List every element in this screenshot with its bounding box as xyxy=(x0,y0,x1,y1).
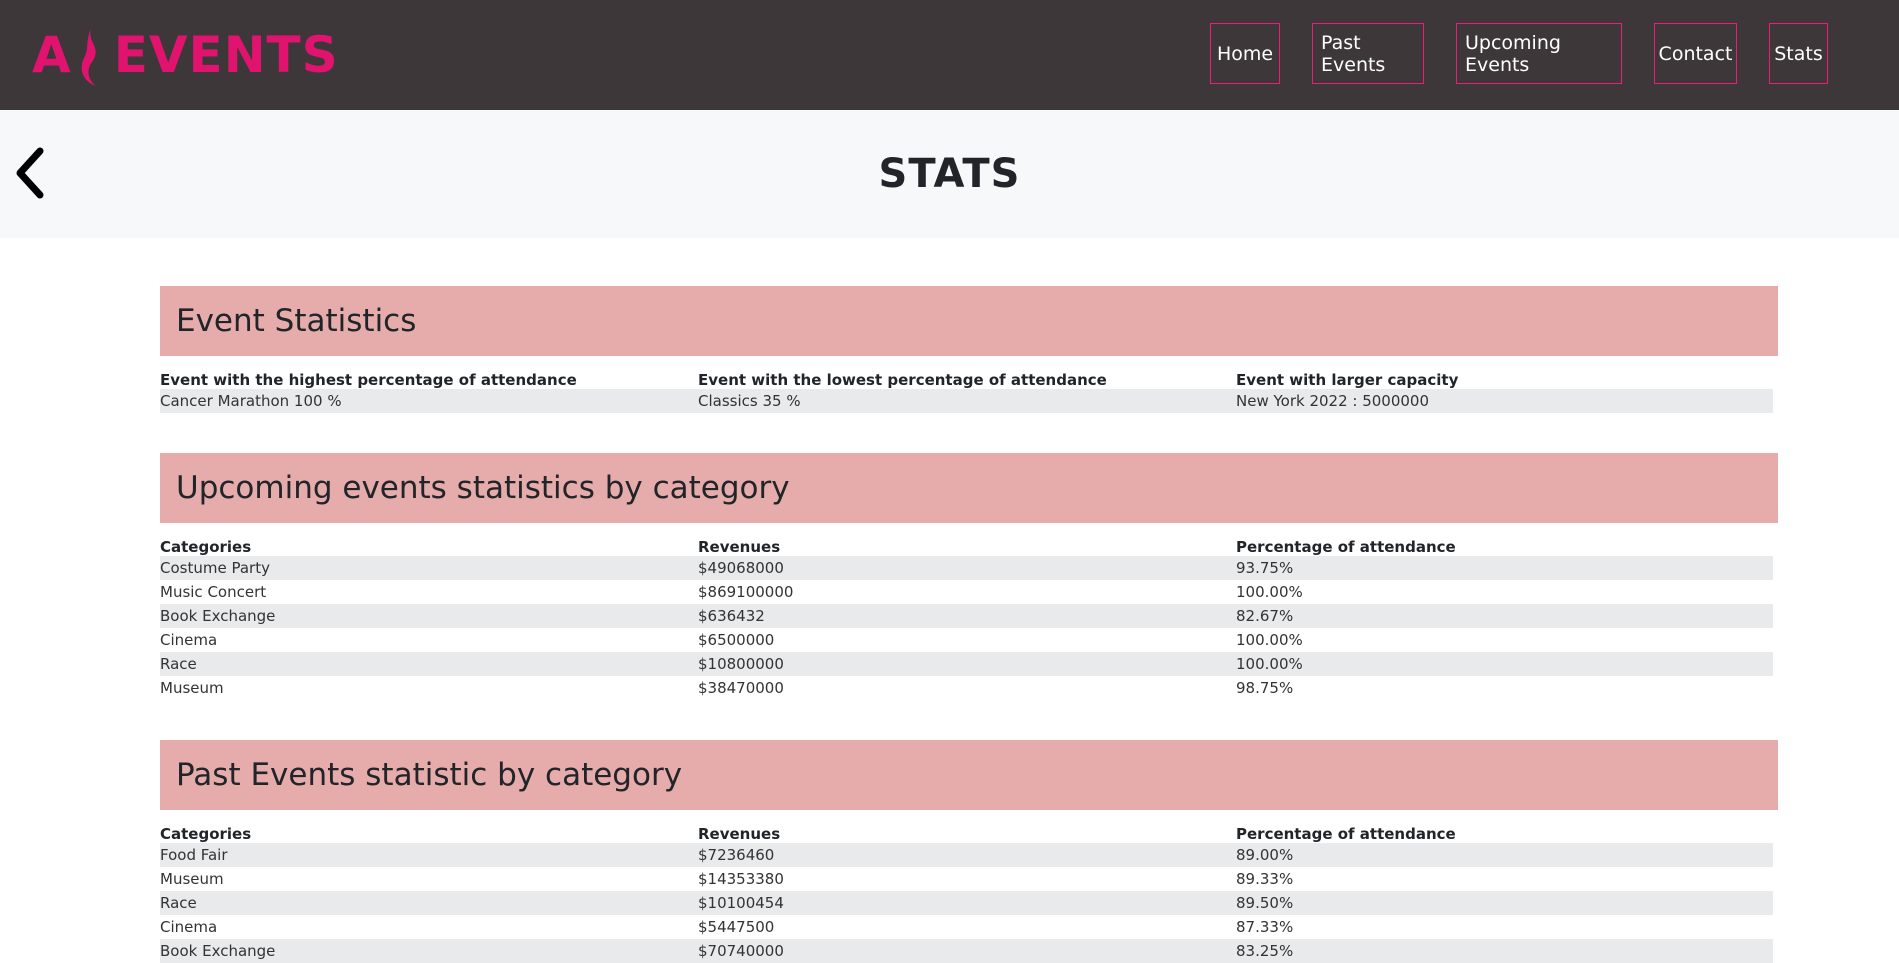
section-title: Upcoming events statistics by category xyxy=(176,470,790,506)
table-cell: 89.50% xyxy=(1236,891,1773,915)
table-header-row: Categories Revenues Percentage of attend… xyxy=(160,819,1773,843)
table-header-row: Categories Revenues Percentage of attend… xyxy=(160,532,1773,556)
column-header: Categories xyxy=(160,825,252,843)
nav-home[interactable]: Home xyxy=(1210,23,1280,84)
column-header: Categories xyxy=(160,538,252,556)
table-cell: 100.00% xyxy=(1236,583,1303,601)
column-header: Event with larger capacity xyxy=(1236,371,1459,389)
table-cell: $7236460 xyxy=(698,843,1236,867)
table-cell: 89.33% xyxy=(1236,870,1294,888)
table-header-row: Event with the highest percentage of att… xyxy=(160,365,1773,389)
table-cell: $6500000 xyxy=(698,631,775,649)
column-header: Revenues xyxy=(698,825,781,843)
table-cell: $49068000 xyxy=(698,556,1236,580)
table-cell: 89.00% xyxy=(1236,843,1773,867)
table-cell: Race xyxy=(160,652,698,676)
main-nav: Home Past Events Upcoming Events Contact… xyxy=(1210,23,1828,84)
column-header: Revenues xyxy=(698,538,781,556)
table-cell: Cancer Marathon 100 % xyxy=(160,389,698,413)
nav-stats[interactable]: Stats xyxy=(1769,23,1828,84)
event-statistics-section: Event Statistics Event with the highest … xyxy=(160,286,1778,413)
flame-icon xyxy=(81,24,96,86)
top-navbar: A EVENTS Home Past Events Upcoming Event… xyxy=(0,0,1899,110)
section-header: Event Statistics xyxy=(160,286,1778,356)
table-cell: Music Concert xyxy=(160,583,267,601)
nav-contact[interactable]: Contact xyxy=(1654,23,1737,84)
table-cell: Book Exchange xyxy=(160,939,698,963)
past-by-category-table: Categories Revenues Percentage of attend… xyxy=(160,819,1773,963)
column-header: Event with the highest percentage of att… xyxy=(160,371,577,389)
table-row: Costume Party $49068000 93.75% xyxy=(160,556,1773,580)
table-cell: Costume Party xyxy=(160,556,698,580)
column-header: Event with the lowest percentage of atte… xyxy=(698,371,1107,389)
page-title: STATS xyxy=(878,151,1021,197)
section-title: Event Statistics xyxy=(176,303,417,339)
table-row: Museum $38470000 98.75% xyxy=(160,676,1773,700)
past-by-category-section: Past Events statistic by category Catego… xyxy=(160,740,1778,963)
logo-prefix: A xyxy=(32,26,72,84)
table-cell: Race xyxy=(160,891,698,915)
table-cell: $10100454 xyxy=(698,891,1236,915)
table-cell: 82.67% xyxy=(1236,604,1773,628)
upcoming-by-category-table: Categories Revenues Percentage of attend… xyxy=(160,532,1773,700)
table-cell: New York 2022 : 5000000 xyxy=(1236,389,1773,413)
table-cell: $10800000 xyxy=(698,652,1236,676)
table-cell: $636432 xyxy=(698,604,1236,628)
logo-text: EVENTS xyxy=(113,26,339,84)
table-row: Cinema $6500000 100.00% xyxy=(160,628,1773,652)
table-cell: 98.75% xyxy=(1236,679,1294,697)
table-row: Museum $14353380 89.33% xyxy=(160,867,1773,891)
page-hero: STATS xyxy=(0,110,1899,238)
table-cell: 83.25% xyxy=(1236,939,1773,963)
table-cell: Food Fair xyxy=(160,843,698,867)
section-header: Past Events statistic by category xyxy=(160,740,1778,810)
table-cell: 100.00% xyxy=(1236,631,1303,649)
event-statistics-table: Event with the highest percentage of att… xyxy=(160,365,1773,413)
table-cell: $38470000 xyxy=(698,679,784,697)
column-header: Percentage of attendance xyxy=(1236,825,1456,843)
table-cell: 87.33% xyxy=(1236,918,1294,936)
section-header: Upcoming events statistics by category xyxy=(160,453,1778,523)
table-cell: Museum xyxy=(160,870,224,888)
table-row: Book Exchange $70740000 83.25% xyxy=(160,939,1773,963)
table-row: Race $10100454 89.50% xyxy=(160,891,1773,915)
table-row: Race $10800000 100.00% xyxy=(160,652,1773,676)
table-cell: $70740000 xyxy=(698,939,1236,963)
brand-logo[interactable]: A EVENTS xyxy=(32,20,339,90)
chevron-left-icon[interactable] xyxy=(14,146,48,200)
table-cell: $5447500 xyxy=(698,918,775,936)
table-cell: $14353380 xyxy=(698,870,784,888)
table-cell: Cinema xyxy=(160,631,218,649)
table-row: Book Exchange $636432 82.67% xyxy=(160,604,1773,628)
table-cell: Classics 35 % xyxy=(698,389,1236,413)
upcoming-by-category-section: Upcoming events statistics by category C… xyxy=(160,453,1778,700)
table-row: Music Concert $869100000 100.00% xyxy=(160,580,1773,604)
table-cell: $869100000 xyxy=(698,583,794,601)
table-row: Cinema $5447500 87.33% xyxy=(160,915,1773,939)
table-cell: Museum xyxy=(160,679,224,697)
table-row: Food Fair $7236460 89.00% xyxy=(160,843,1773,867)
table-row: Cancer Marathon 100 % Classics 35 % New … xyxy=(160,389,1773,413)
nav-upcoming-events[interactable]: Upcoming Events xyxy=(1456,23,1622,84)
section-title: Past Events statistic by category xyxy=(176,757,683,793)
nav-past-events[interactable]: Past Events xyxy=(1312,23,1424,84)
column-header: Percentage of attendance xyxy=(1236,538,1456,556)
stats-content: Event Statistics Event with the highest … xyxy=(160,286,1778,963)
table-cell: Cinema xyxy=(160,918,218,936)
table-cell: 93.75% xyxy=(1236,556,1773,580)
table-cell: 100.00% xyxy=(1236,652,1773,676)
table-cell: Book Exchange xyxy=(160,604,698,628)
